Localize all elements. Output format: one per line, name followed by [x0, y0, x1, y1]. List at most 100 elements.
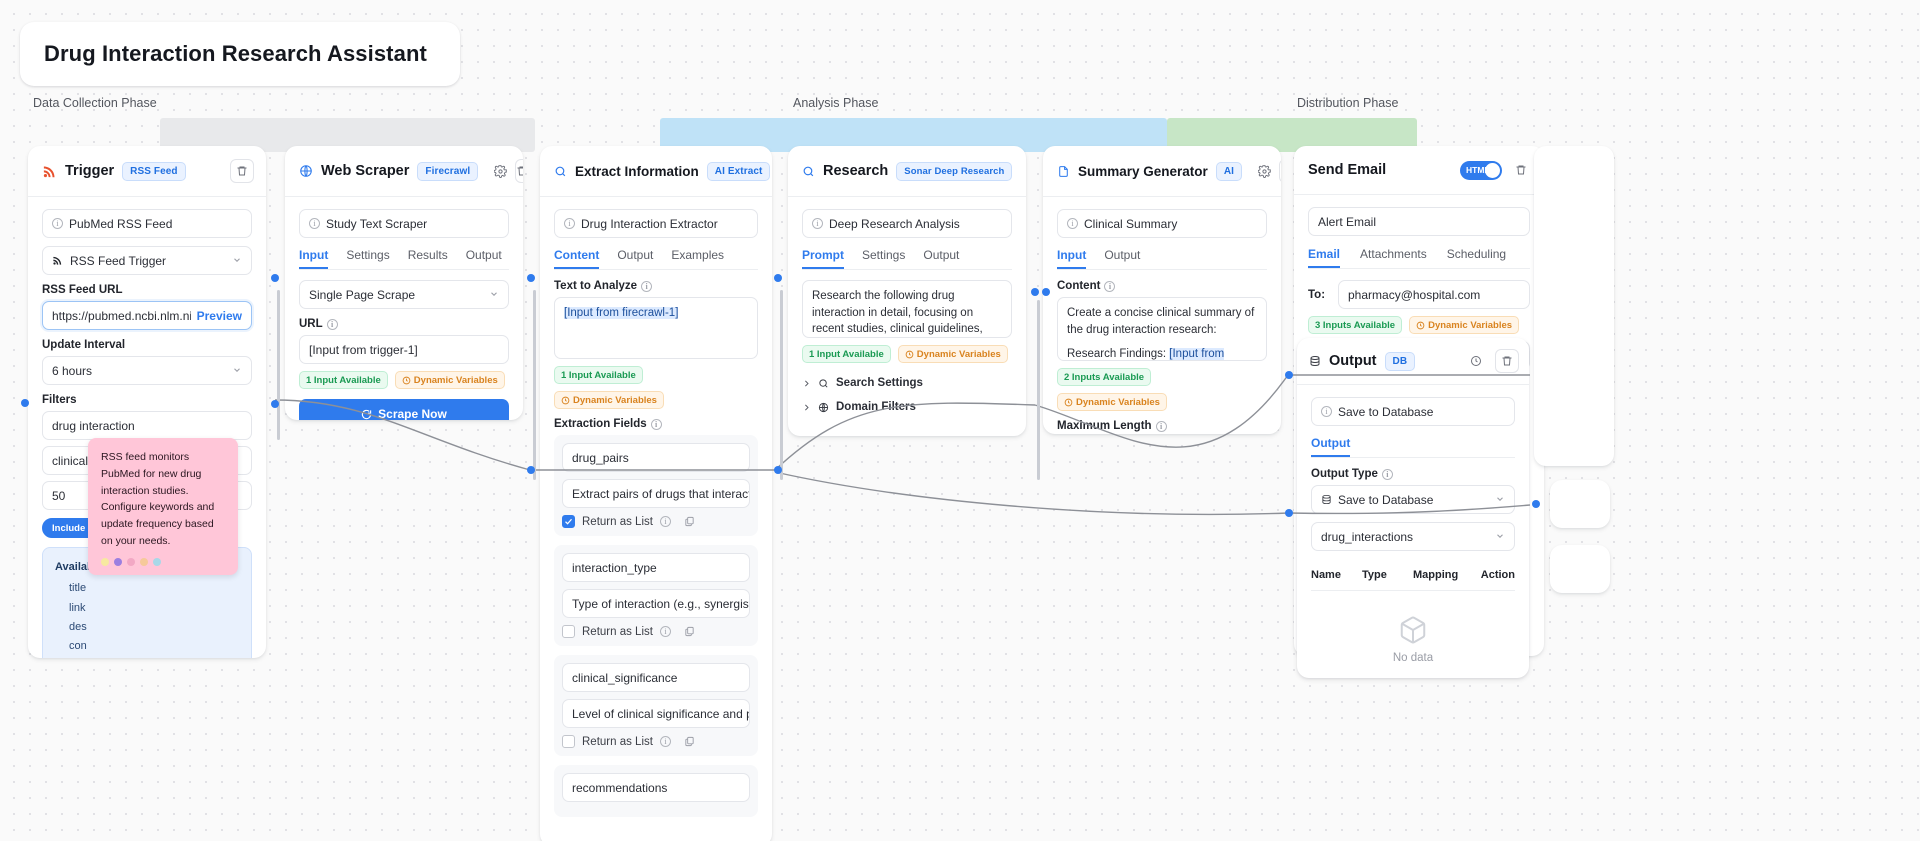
return-as-list-checkbox[interactable] [562, 625, 575, 638]
scrape-now-button[interactable]: Scrape Now [299, 399, 509, 420]
output-type-select[interactable]: Save to Database [1311, 485, 1515, 514]
extract-name-field[interactable]: i Drug Interaction Extractor [554, 209, 758, 238]
email-dynamic-badge[interactable]: Dynamic Variables [1409, 316, 1520, 334]
extraction-field-name[interactable]: recommendations [562, 773, 750, 802]
extraction-field-desc-value: Type of interaction (e.g., synergistic, … [572, 596, 749, 611]
tab-scheduling[interactable]: Scheduling [1447, 247, 1506, 268]
scraper-settings-button[interactable] [494, 160, 508, 182]
tab-prompt[interactable]: Prompt [802, 248, 844, 269]
scraper-output-port[interactable] [271, 400, 279, 408]
tab-input[interactable]: Input [299, 248, 328, 269]
research-output-port[interactable] [774, 466, 782, 474]
extract-dynamic-badge[interactable]: Dynamic Variables [554, 391, 664, 409]
research-prompt-textarea[interactable]: Research the following drug interaction … [802, 280, 1012, 338]
extract-fields-label-text: Extraction Fields [554, 418, 647, 430]
tab-settings[interactable]: Settings [346, 248, 389, 269]
extraction-field-name[interactable]: drug_pairs [562, 443, 750, 472]
summary-content-textarea[interactable]: Create a concise clinical summary of the… [1057, 297, 1267, 361]
accordion-search-settings[interactable]: Search Settings [802, 371, 1012, 395]
trigger-url-input[interactable]: https://pubmed.ncbi.nlm.nih.gov/rss/ Pre… [42, 301, 252, 330]
summary-dynamic-badge[interactable]: Dynamic Variables [1057, 393, 1167, 411]
scraper-scrollbar[interactable] [277, 290, 280, 440]
tab-results[interactable]: Results [408, 248, 448, 269]
tab-settings[interactable]: Settings [862, 248, 905, 269]
summary-input-port[interactable] [1031, 288, 1039, 296]
email-to-row: To: pharmacy@hospital.com [1308, 280, 1530, 309]
node-output[interactable]: Output DB i Save to Database Output Outp… [1297, 338, 1529, 678]
return-as-list-checkbox[interactable] [562, 735, 575, 748]
scraper-mode-select[interactable]: Single Page Scrape [299, 280, 509, 309]
chevron-down-icon [1495, 530, 1505, 544]
extract-output-port[interactable] [527, 466, 535, 474]
tab-content[interactable]: Content [554, 248, 599, 269]
research-dynamic-badge[interactable]: Dynamic Variables [897, 345, 1008, 363]
node-partial-right-panel[interactable] [1534, 146, 1614, 466]
node-trigger[interactable]: Trigger RSS Feed i PubMed RSS Feed RSS F… [28, 146, 266, 658]
tab-email[interactable]: Email [1308, 247, 1340, 268]
scraper-dynamic-badge[interactable]: Dynamic Variables [394, 371, 505, 389]
node-partial-right-3[interactable] [1550, 545, 1610, 593]
copy-icon[interactable] [684, 626, 695, 637]
return-as-list-checkbox[interactable] [562, 515, 575, 528]
extraction-field-name[interactable]: interaction_type [562, 553, 750, 582]
node-extract-information[interactable]: Extract Information AI Extract i Drug In… [540, 146, 772, 841]
extraction-field-desc[interactable]: Level of clinical significance and poten… [562, 699, 750, 728]
tab-output[interactable]: Output [923, 248, 959, 269]
node-summary-generator[interactable]: Summary Generator AI i Clinical Summary … [1043, 146, 1281, 434]
trigger-delete-button[interactable] [230, 159, 254, 183]
tab-output[interactable]: Output [617, 248, 653, 269]
copy-icon[interactable] [684, 516, 695, 527]
summary-name-field[interactable]: i Clinical Summary [1057, 209, 1267, 238]
extract-text-textarea[interactable]: [Input from firecrawl-1] [554, 297, 758, 359]
research-scrollbar[interactable] [780, 290, 783, 480]
scraper-url-input[interactable]: [Input from trigger-1] [299, 335, 509, 364]
email-to-input[interactable]: pharmacy@hospital.com [1338, 280, 1530, 309]
trigger-preview-link[interactable]: Preview [197, 309, 242, 323]
scraper-name-field[interactable]: i Study Text Scraper [299, 209, 509, 238]
tab-attachments[interactable]: Attachments [1360, 247, 1427, 268]
globe-icon [818, 402, 829, 412]
trigger-type-select[interactable]: RSS Feed Trigger [42, 246, 252, 275]
trigger-filter-1[interactable]: drug interaction [42, 411, 252, 440]
scraper-delete-button[interactable] [515, 159, 523, 183]
node-web-scraper[interactable]: Web Scraper Firecrawl i Study Text Scrap… [285, 146, 523, 420]
output-dest-field[interactable]: i Save to Database [1311, 397, 1515, 426]
output-type-value: Save to Database [1338, 492, 1434, 507]
trigger-name-field[interactable]: i PubMed RSS Feed [42, 209, 252, 238]
extraction-field-desc[interactable]: Extract pairs of drugs that interact wit… [562, 479, 750, 508]
node-research[interactable]: Research Sonar Deep Research i Deep Rese… [788, 146, 1026, 436]
summary-extra-port[interactable] [1042, 288, 1050, 296]
extraction-field-desc[interactable]: Type of interaction (e.g., synergistic, … [562, 589, 750, 618]
summary-tabs: Input Output [1057, 248, 1267, 270]
extraction-field-name[interactable]: clinical_significance [562, 663, 750, 692]
return-as-list-label: Return as List [582, 515, 653, 528]
accordion-domain-filters[interactable]: Domain Filters [802, 395, 1012, 419]
summary-delete-button[interactable] [1279, 159, 1281, 183]
output-delete-button[interactable] [1495, 349, 1519, 373]
tab-input[interactable]: Input [1057, 248, 1086, 269]
output-clock-button[interactable] [1465, 350, 1487, 372]
node-partial-right-2[interactable] [1550, 480, 1610, 528]
partial-right-port[interactable] [1532, 500, 1540, 508]
research-name-field[interactable]: i Deep Research Analysis [802, 209, 1012, 238]
html-toggle[interactable]: HTML [1460, 160, 1502, 180]
email-name-field[interactable]: Alert Email [1308, 207, 1530, 236]
tab-output[interactable]: Output [1311, 436, 1350, 457]
email-delete-button[interactable] [1510, 159, 1532, 181]
email-title: Send Email [1308, 162, 1387, 178]
research-input-port[interactable] [774, 274, 782, 282]
email-secondary-port[interactable] [1285, 509, 1293, 517]
tab-output[interactable]: Output [466, 248, 502, 269]
output-table-select[interactable]: drug_interactions [1311, 522, 1515, 551]
trigger-output-port[interactable] [21, 399, 29, 407]
tab-output[interactable]: Output [1104, 248, 1140, 269]
copy-icon[interactable] [684, 736, 695, 747]
tab-examples[interactable]: Examples [671, 248, 724, 269]
email-input-port[interactable] [1285, 371, 1293, 379]
trigger-interval-select[interactable]: 6 hours [42, 356, 252, 385]
extract-scrollbar[interactable] [533, 290, 536, 480]
summary-scrollbar[interactable] [1037, 300, 1040, 480]
scraper-input-port[interactable] [271, 274, 279, 282]
extract-input-port[interactable] [527, 274, 535, 282]
summary-settings-button[interactable] [1258, 160, 1272, 182]
